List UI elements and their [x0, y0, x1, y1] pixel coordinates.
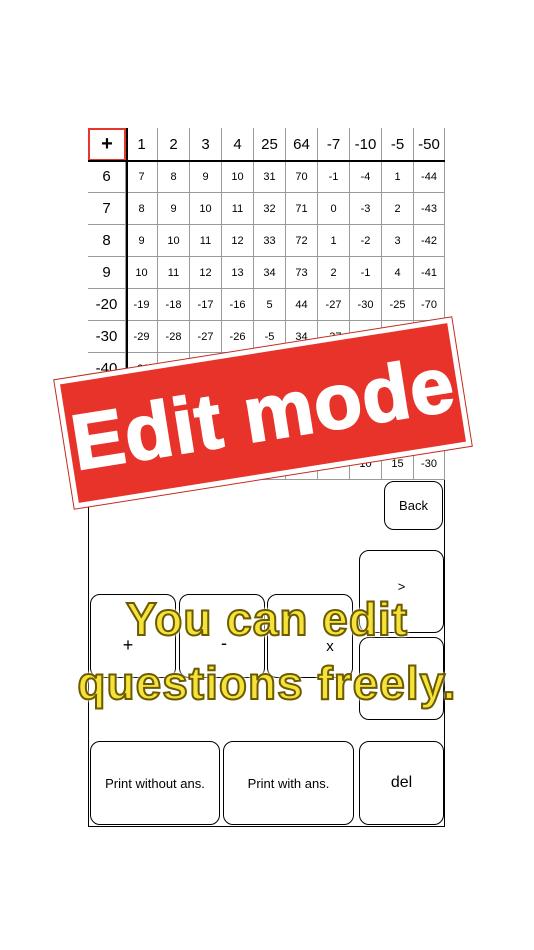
table-cell[interactable]: -16 [222, 289, 254, 321]
column-header-cell[interactable]: 2 [158, 128, 190, 161]
header-divider [88, 160, 445, 162]
table-cell[interactable]: -17 [190, 289, 222, 321]
table-cell[interactable]: -43 [414, 193, 445, 225]
table-cell[interactable]: 31 [254, 161, 286, 193]
table-cell[interactable]: -28 [158, 321, 190, 353]
row-header-cell[interactable]: 6 [88, 161, 126, 193]
table-cell[interactable]: -41 [414, 257, 445, 289]
table-cell[interactable]: -29 [126, 321, 158, 353]
table-cell[interactable]: -25 [382, 289, 414, 321]
column-header-cell[interactable]: -5 [382, 128, 414, 161]
table-cell[interactable]: 44 [286, 289, 318, 321]
table-cell[interactable]: 8 [126, 193, 158, 225]
table-cell[interactable]: 11 [222, 193, 254, 225]
table-cell[interactable]: 11 [158, 257, 190, 289]
table-cell[interactable]: 8 [158, 161, 190, 193]
caption-line-1: You can edit [125, 592, 409, 646]
table-cell[interactable]: 5 [254, 289, 286, 321]
table-cell[interactable]: 9 [190, 161, 222, 193]
row-header-cell[interactable]: 7 [88, 193, 126, 225]
table-cell[interactable]: -26 [222, 321, 254, 353]
table-cell[interactable]: 4 [382, 257, 414, 289]
table-cell[interactable]: 2 [318, 257, 350, 289]
table-cell[interactable]: -30 [350, 289, 382, 321]
table-cell[interactable]: 1 [318, 225, 350, 257]
table-cell[interactable]: -18 [158, 289, 190, 321]
table-cell[interactable]: -3 [350, 193, 382, 225]
print-without-answers-button[interactable]: Print without ans. [90, 741, 220, 825]
table-cell[interactable]: 7 [126, 161, 158, 193]
table-cell[interactable]: -2 [350, 225, 382, 257]
column-header-cell[interactable]: 1 [126, 128, 158, 161]
table-cell[interactable]: -1 [318, 161, 350, 193]
table-cell[interactable]: -44 [414, 161, 445, 193]
print-with-answers-button[interactable]: Print with ans. [223, 741, 354, 825]
table-cell[interactable]: -19 [126, 289, 158, 321]
column-header-cell[interactable]: -7 [318, 128, 350, 161]
table-cell[interactable]: 71 [286, 193, 318, 225]
table-cell[interactable]: 33 [254, 225, 286, 257]
caption-line-2: questions freely. [76, 656, 457, 710]
column-header-cell[interactable]: 25 [254, 128, 286, 161]
table-cell[interactable]: 10 [126, 257, 158, 289]
table-cell[interactable]: 32 [254, 193, 286, 225]
table-cell[interactable]: -27 [318, 289, 350, 321]
table-cell[interactable]: 34 [254, 257, 286, 289]
operator-cell[interactable]: + [88, 128, 126, 161]
table-cell[interactable]: 1 [382, 161, 414, 193]
table-cell[interactable]: 12 [222, 225, 254, 257]
column-header-cell[interactable]: -50 [414, 128, 445, 161]
delete-button[interactable]: del [359, 741, 444, 825]
table-cell[interactable]: 11 [190, 225, 222, 257]
column-header-cell[interactable]: -10 [350, 128, 382, 161]
table-cell[interactable]: 3 [382, 225, 414, 257]
table-cell[interactable]: 72 [286, 225, 318, 257]
row-header-cell[interactable]: 8 [88, 225, 126, 257]
table-cell[interactable]: 10 [222, 161, 254, 193]
column-header-cell[interactable]: 4 [222, 128, 254, 161]
table-cell[interactable]: 10 [190, 193, 222, 225]
table-cell[interactable]: -42 [414, 225, 445, 257]
table-cell[interactable]: 13 [222, 257, 254, 289]
table-cell[interactable]: 9 [126, 225, 158, 257]
column-header-cell[interactable]: 64 [286, 128, 318, 161]
table-cell[interactable]: 73 [286, 257, 318, 289]
row-header-cell[interactable]: 9 [88, 257, 126, 289]
table-cell[interactable]: -27 [190, 321, 222, 353]
table-cell[interactable]: 2 [382, 193, 414, 225]
table-cell[interactable]: 10 [158, 225, 190, 257]
table-cell[interactable]: 0 [318, 193, 350, 225]
row-header-cell[interactable]: -30 [88, 321, 126, 353]
table-cell[interactable]: 12 [190, 257, 222, 289]
table-cell[interactable]: -1 [350, 257, 382, 289]
row-header-cell[interactable]: -20 [88, 289, 126, 321]
table-cell[interactable]: -4 [350, 161, 382, 193]
table-cell[interactable]: -70 [414, 289, 445, 321]
table-cell[interactable]: 9 [158, 193, 190, 225]
table-cell[interactable]: 70 [286, 161, 318, 193]
back-button[interactable]: Back [384, 481, 443, 530]
column-header-cell[interactable]: 3 [190, 128, 222, 161]
